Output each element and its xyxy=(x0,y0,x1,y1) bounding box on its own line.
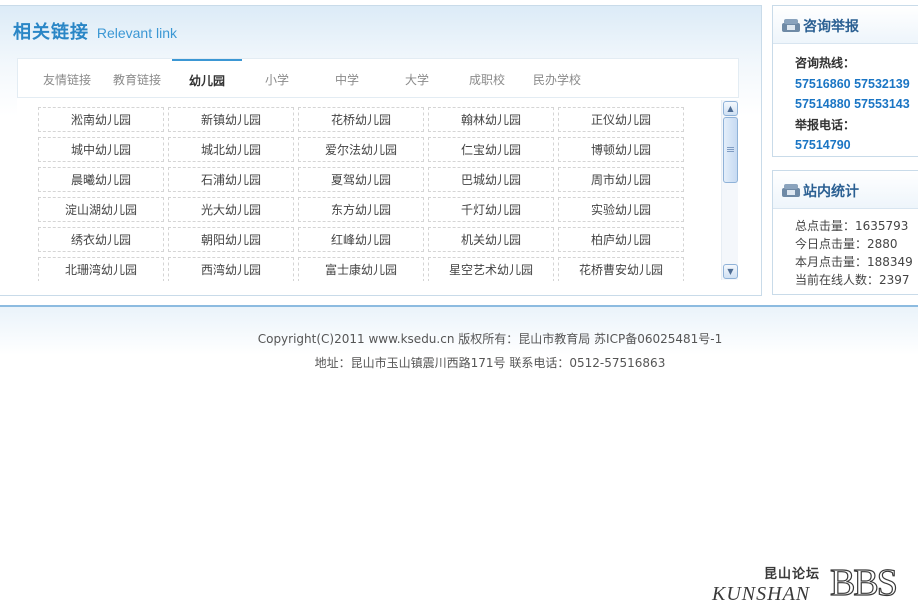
kindergarten-link[interactable]: 千灯幼儿园 xyxy=(428,197,554,222)
tab-vocational-school[interactable]: 成职校 xyxy=(452,59,522,98)
kindergarten-link[interactable]: 正仪幼儿园 xyxy=(558,107,684,132)
kindergarten-link[interactable]: 柏庐幼儿园 xyxy=(558,227,684,252)
kindergarten-link[interactable]: 实验幼儿园 xyxy=(558,197,684,222)
list-scrollbar[interactable]: ▲ ▼ xyxy=(721,100,738,280)
tab-primary-school[interactable]: 小学 xyxy=(242,59,312,98)
stats-title: 站内统计 xyxy=(803,184,859,200)
phone-icon xyxy=(782,19,800,32)
kindergarten-link[interactable]: 花桥曹安幼儿园 xyxy=(558,257,684,281)
kindergarten-link[interactable]: 绣衣幼儿园 xyxy=(38,227,164,252)
panel-title-zh: 相关链接 xyxy=(13,22,89,43)
stats-icon xyxy=(782,184,800,197)
kunshan-bbs-watermark: 昆山论坛 KUNSHAN BBS xyxy=(712,562,912,605)
consult-title: 咨询举报 xyxy=(803,19,859,35)
today-clicks: 今日点击量：2880 xyxy=(795,237,898,251)
total-clicks: 总点击量：1635793 xyxy=(795,219,909,233)
kindergarten-link[interactable]: 机关幼儿园 xyxy=(428,227,554,252)
kindergarten-link[interactable]: 巴城幼儿园 xyxy=(428,167,554,192)
hotline-numbers-2: 57514880 57553143 xyxy=(795,97,910,111)
kindergarten-link[interactable]: 光大幼儿园 xyxy=(168,197,294,222)
consult-report-box: 咨询举报 咨询热线： 57516860 57532139 57514880 57… xyxy=(772,5,918,157)
footer-copyright: Copyright(C)2011 www.ksedu.cn 版权所有：昆山市教育… xyxy=(257,332,723,346)
kindergarten-link[interactable]: 淀山湖幼儿园 xyxy=(38,197,164,222)
tab-friend-links[interactable]: 友情链接 xyxy=(32,59,102,98)
kindergarten-link[interactable]: 晨曦幼儿园 xyxy=(38,167,164,192)
link-tabs: 友情链接 教育链接 幼儿园 小学 中学 大学 成职校 民办学校 xyxy=(17,58,739,98)
kindergarten-link[interactable]: 淞南幼儿园 xyxy=(38,107,164,132)
kindergarten-link[interactable]: 朝阳幼儿园 xyxy=(168,227,294,252)
scroll-thumb[interactable] xyxy=(723,117,738,183)
kindergarten-link[interactable]: 爱尔法幼儿园 xyxy=(298,137,424,162)
tab-kindergarten[interactable]: 幼儿园 xyxy=(172,59,242,98)
relevant-links-panel: 相关链接 Relevant link 友情链接 教育链接 幼儿园 小学 中学 大… xyxy=(0,5,762,296)
kindergarten-link[interactable]: 周市幼儿园 xyxy=(558,167,684,192)
grip-icon xyxy=(727,147,734,148)
month-clicks: 本月点击量：188349 xyxy=(795,255,913,269)
watermark-zh: 昆山论坛 xyxy=(764,567,821,582)
report-label: 举报电话： xyxy=(795,117,856,132)
stats-header: 站内统计 xyxy=(773,171,918,209)
tab-education-links[interactable]: 教育链接 xyxy=(102,59,172,98)
kindergarten-link[interactable]: 红峰幼儿园 xyxy=(298,227,424,252)
consult-header: 咨询举报 xyxy=(773,6,918,44)
hotline-numbers-1: 57516860 57532139 xyxy=(795,76,910,91)
kindergarten-link[interactable]: 花桥幼儿园 xyxy=(298,107,424,132)
scroll-up-arrow-icon[interactable]: ▲ xyxy=(723,101,738,116)
tab-private-school[interactable]: 民办学校 xyxy=(522,59,592,98)
panel-title: 相关链接 Relevant link xyxy=(13,18,177,44)
kindergarten-link[interactable]: 翰林幼儿园 xyxy=(428,107,554,132)
kindergarten-link[interactable]: 富士康幼儿园 xyxy=(298,257,424,281)
kindergarten-link[interactable]: 仁宝幼儿园 xyxy=(428,137,554,162)
kindergarten-link[interactable]: 城中幼儿园 xyxy=(38,137,164,162)
kindergarten-link[interactable]: 博顿幼儿园 xyxy=(558,137,684,162)
kindergarten-link[interactable]: 东方幼儿园 xyxy=(298,197,424,222)
kindergarten-link[interactable]: 新镇幼儿园 xyxy=(168,107,294,132)
watermark-en: KUNSHAN xyxy=(712,583,811,605)
kindergarten-link[interactable]: 北珊湾幼儿园 xyxy=(38,257,164,281)
report-number: 57514790 xyxy=(795,138,851,152)
site-stats-box: 站内统计 总点击量：1635793 今日点击量：2880 本月点击量：18834… xyxy=(772,170,918,295)
kindergarten-link[interactable]: 星空艺术幼儿园 xyxy=(428,257,554,281)
kindergarten-link[interactable]: 石浦幼儿园 xyxy=(168,167,294,192)
kindergarten-link-list: 淞南幼儿园 新镇幼儿园 花桥幼儿园 翰林幼儿园 正仪幼儿园城中幼儿园 城北幼儿园 爱尔法幼儿… xyxy=(17,97,739,281)
kindergarten-link[interactable]: 城北幼儿园 xyxy=(168,137,294,162)
hotline-label: 咨询热线： xyxy=(795,56,856,70)
watermark-bbs: BBS xyxy=(829,562,898,604)
scroll-down-arrow-icon[interactable]: ▼ xyxy=(723,264,738,279)
tab-middle-school[interactable]: 中学 xyxy=(312,59,382,98)
footer-address: 地址：昆山市玉山镇震川西路171号 联系电话：0512-57516863 xyxy=(314,356,666,370)
online-users: 当前在线人数：2397 xyxy=(795,273,910,287)
tab-university[interactable]: 大学 xyxy=(382,59,452,98)
kindergarten-link[interactable]: 西湾幼儿园 xyxy=(168,257,294,281)
panel-title-en: Relevant link xyxy=(96,25,177,41)
kindergarten-link[interactable]: 夏驾幼儿园 xyxy=(298,167,424,192)
